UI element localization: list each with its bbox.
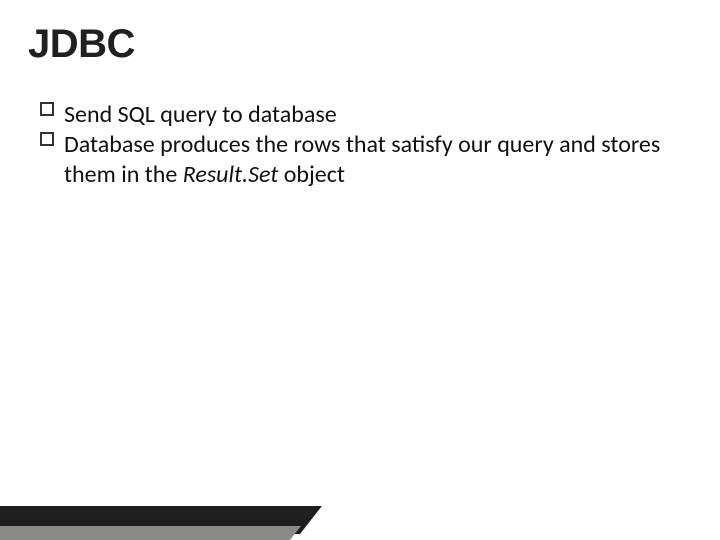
square-bullet-icon <box>40 132 54 146</box>
slide-content: Send SQL query to database Database prod… <box>40 100 680 190</box>
decorative-wedge-gray <box>0 526 301 540</box>
bullet-text: object <box>284 160 345 189</box>
bullet-item: Database produces the rows that satisfy … <box>40 130 680 190</box>
bullet-emphasis: Result.Set <box>183 160 279 189</box>
square-bullet-icon <box>40 102 54 116</box>
slide-title: JDBC <box>28 22 135 67</box>
bullet-item: Send SQL query to database <box>40 100 680 130</box>
bullet-text: Send SQL query to database <box>64 100 337 129</box>
bullet-text: Database produces the rows that satisfy … <box>64 130 660 189</box>
